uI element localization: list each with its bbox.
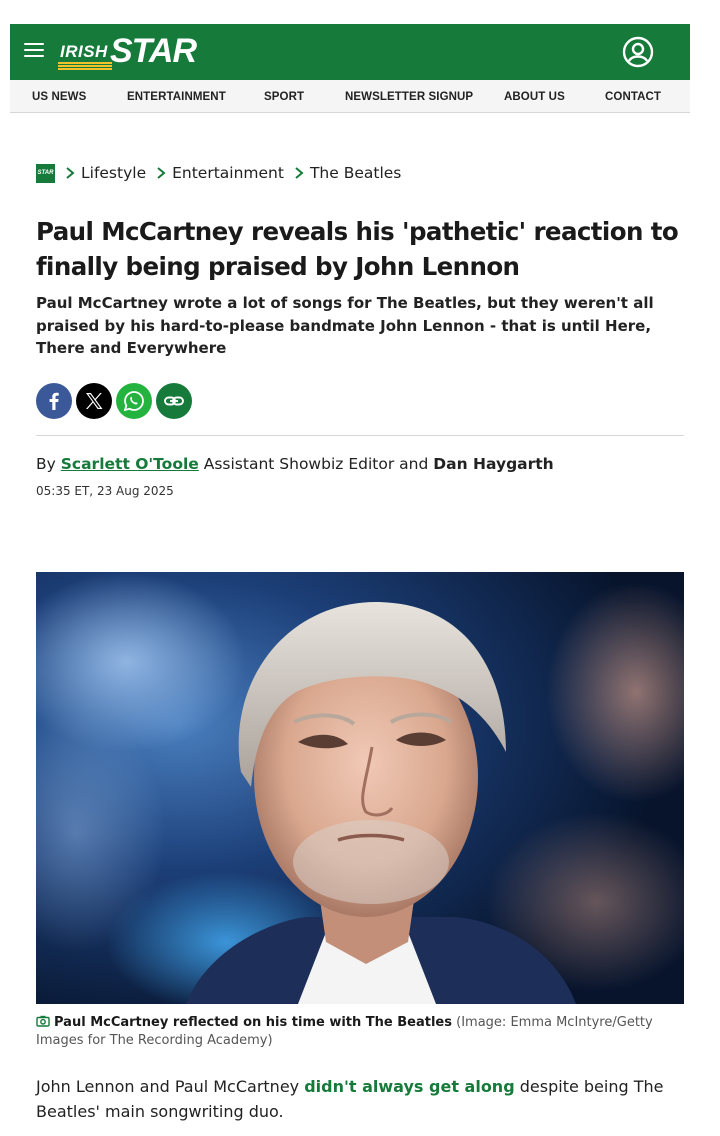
main-nav: US NEWS ENTERTAINMENT SPORT NEWSLETTER S… (10, 80, 690, 113)
hero-image (36, 572, 684, 1004)
author-dan-haygarth: Dan Haygarth (433, 455, 554, 473)
inline-article-link[interactable]: didn't always get along (304, 1077, 514, 1096)
author-link-scarlett-otoole[interactable]: Scarlett O'Toole (61, 455, 199, 473)
byline-and: and (399, 455, 429, 473)
whatsapp-icon (123, 391, 144, 412)
x-share-button[interactable] (76, 383, 112, 419)
article-headline: Paul McCartney reveals his 'pathetic' re… (36, 217, 679, 281)
image-caption: Paul McCartney reflected on his time wit… (36, 1014, 684, 1050)
share-bar (36, 383, 192, 419)
site-header: IRISH STAR (10, 24, 690, 80)
chevron-right-icon (66, 167, 75, 179)
x-icon (86, 393, 103, 409)
breadcrumb: STAR Lifestyle Entertainment The Beatles (36, 162, 409, 184)
logo-stripes (58, 62, 112, 70)
article-paragraph: John Lennon and Paul McCartney didn't al… (36, 1074, 684, 1124)
divider (36, 435, 684, 436)
chevron-right-icon (295, 167, 304, 179)
logo-irish-text: IRISH (60, 42, 108, 61)
breadcrumb-home-icon[interactable]: STAR (36, 163, 55, 183)
nav-item-us-news[interactable]: US NEWS (32, 91, 86, 103)
article-standfirst: Paul McCartney wrote a lot of songs for … (36, 294, 654, 357)
breadcrumb-lifestyle[interactable]: Lifestyle (81, 164, 146, 182)
copy-link-button[interactable] (156, 383, 192, 419)
whatsapp-share-button[interactable] (116, 383, 152, 419)
breadcrumb-entertainment[interactable]: Entertainment (172, 164, 284, 182)
nav-item-about-us[interactable]: ABOUT US (504, 91, 565, 103)
facebook-icon (49, 392, 59, 410)
caption-text: Paul McCartney reflected on his time wit… (54, 1015, 452, 1030)
breadcrumb-the-beatles[interactable]: The Beatles (310, 164, 401, 182)
site-logo[interactable]: IRISH STAR (58, 32, 197, 74)
publish-timestamp: 05:35 ET, 23 Aug 2025 (36, 484, 174, 498)
byline: By Scarlett O'Toole Assistant Showbiz Ed… (36, 455, 554, 473)
hamburger-menu-icon[interactable] (24, 43, 44, 59)
nav-item-contact[interactable]: CONTACT (605, 91, 661, 103)
logo-star-text: STAR (110, 32, 197, 70)
link-icon (164, 396, 184, 406)
byline-by: By (36, 455, 56, 473)
nav-item-sport[interactable]: SPORT (264, 91, 304, 103)
author-role: Assistant Showbiz Editor (203, 455, 395, 473)
nav-item-newsletter-signup[interactable]: NEWSLETTER SIGNUP (345, 91, 473, 103)
user-account-icon[interactable] (622, 36, 654, 68)
facebook-share-button[interactable] (36, 383, 72, 419)
paragraph-text-start: John Lennon and Paul McCartney (36, 1077, 300, 1096)
chevron-right-icon (157, 167, 166, 179)
hero-photo-illustration (36, 572, 684, 1004)
camera-icon (36, 1015, 50, 1027)
nav-item-entertainment[interactable]: ENTERTAINMENT (127, 91, 226, 103)
